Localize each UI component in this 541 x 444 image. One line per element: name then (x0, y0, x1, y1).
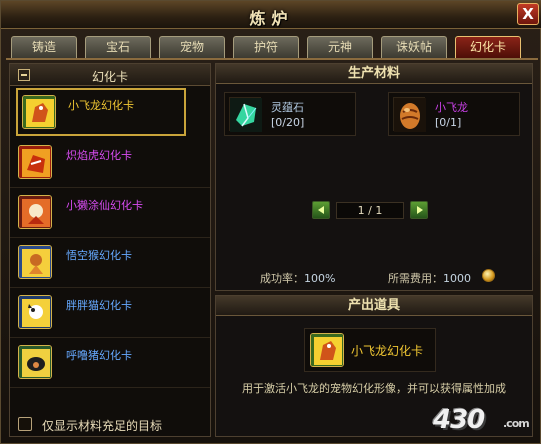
card-list-panel: 幻化卡 小飞龙幻化卡 炽焰虎幻化卡 小獭涂仙幻化卡 悟空猴幻化卡 胖胖猫幻化卡 … (9, 63, 211, 437)
tab-demon-post[interactable]: 诛妖帖 (381, 36, 447, 58)
card-name: 呼噜猪幻化卡 (66, 349, 132, 362)
window-title: 炼炉 (249, 9, 294, 28)
pager: 1 / 1 (312, 200, 428, 222)
watermark-text: 430 (433, 405, 485, 435)
tab-forge[interactable]: 铸造 (11, 36, 77, 58)
card-name: 小獭涂仙幻化卡 (66, 199, 143, 212)
tab-spirit[interactable]: 元神 (307, 36, 373, 58)
required-fee: 所需费用：1000 (388, 270, 471, 286)
card-list-title: 幻化卡 (91, 70, 128, 84)
success-rate: 成功率：100% (260, 270, 335, 286)
materials-title: 生产材料 (216, 64, 532, 84)
pig-card-icon (18, 345, 52, 379)
tab-pet[interactable]: 宠物 (159, 36, 225, 58)
fee-value: 1000 (443, 272, 471, 285)
coin-icon (482, 269, 495, 282)
monkey-card-icon (18, 245, 52, 279)
prev-page-button[interactable] (312, 201, 330, 219)
tab-gem[interactable]: 宝石 (85, 36, 151, 58)
material-slot[interactable]: 灵蕴石 [0/20] (224, 92, 356, 136)
title-bar: 炼炉 X (1, 1, 541, 29)
material-name: 灵蕴石 (271, 101, 304, 114)
dragon-card-icon (22, 95, 56, 129)
output-description: 用于激活小飞龙的宠物幻化形像，并可以获得属性加成 (242, 382, 506, 395)
list-item-card[interactable]: 小獭涂仙幻化卡 (10, 188, 210, 238)
card-name: 胖胖猫幻化卡 (66, 299, 132, 312)
materials-panel: 生产材料 灵蕴石 [0/20] 小飞龙 [0/1] 1 / 1 成功率：100%… (215, 63, 533, 291)
tab-talisman[interactable]: 护符 (233, 36, 299, 58)
watermark-suffix: .com (503, 417, 530, 430)
material-name: 小飞龙 (435, 101, 468, 114)
list-item-card[interactable]: 胖胖猫幻化卡 (10, 288, 210, 338)
list-item-card[interactable]: 炽焰虎幻化卡 (10, 138, 210, 188)
dragon-card-icon (310, 333, 344, 367)
card-list-header[interactable]: 幻化卡 (10, 64, 210, 86)
fee-label: 所需费用： (388, 272, 443, 285)
success-rate-label: 成功率： (260, 272, 304, 285)
next-page-button[interactable] (410, 201, 428, 219)
cat-card-icon (18, 295, 52, 329)
material-count: [0/20] (271, 116, 305, 129)
card-name: 炽焰虎幻化卡 (66, 149, 132, 162)
list-item-card[interactable]: 呼噜猪幻化卡 (10, 338, 210, 388)
page-indicator: 1 / 1 (336, 202, 404, 219)
list-item-card[interactable]: 小飞龙幻化卡 (16, 88, 186, 136)
card-name: 小飞龙幻化卡 (68, 99, 134, 112)
tab-divider (6, 58, 538, 60)
filter-checkbox[interactable] (18, 417, 32, 431)
material-count: [0/1] (435, 116, 462, 129)
success-rate-value: 100% (304, 272, 336, 285)
card-name: 悟空猴幻化卡 (66, 249, 132, 262)
tab-transform-card[interactable]: 幻化卡 (455, 36, 521, 58)
list-item-card[interactable]: 悟空猴幻化卡 (10, 238, 210, 288)
output-slot[interactable]: 小飞龙幻化卡 (304, 328, 436, 372)
furnace-window: 炼炉 X 铸造 宝石 宠物 护符 元神 诛妖帖 幻化卡 幻化卡 小飞龙幻化卡 炽… (0, 0, 541, 444)
tiger-card-icon (18, 145, 52, 179)
material-slot[interactable]: 小飞龙 [0/1] (388, 92, 520, 136)
otter-card-icon (18, 195, 52, 229)
close-button[interactable]: X (517, 3, 539, 25)
site-watermark-logo: 430 .com (433, 405, 537, 439)
output-item-name: 小飞龙幻化卡 (351, 344, 424, 358)
blue-crystal-icon (229, 97, 262, 132)
card-list: 小飞龙幻化卡 炽焰虎幻化卡 小獭涂仙幻化卡 悟空猴幻化卡 胖胖猫幻化卡 呼噜猪幻… (10, 88, 210, 388)
tab-bar: 铸造 宝石 宠物 护符 元神 诛妖帖 幻化卡 (11, 36, 521, 58)
filter-checkbox-label: 仅显示材料充足的目标 (42, 419, 163, 433)
output-title: 产出道具 (216, 296, 532, 316)
dragon-egg-icon (393, 97, 426, 132)
